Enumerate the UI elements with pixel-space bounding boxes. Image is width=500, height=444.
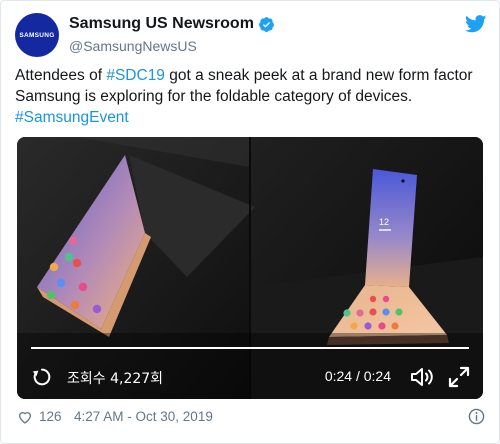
view-count: 조회수 4,227회 [67,371,164,387]
tweet-footer: 126 4:27 AM - Oct 30, 2019 [17,407,487,429]
progress-fill [31,347,469,349]
info-icon[interactable] [468,408,485,425]
fullscreen-icon[interactable] [447,365,471,389]
replay-icon[interactable] [31,366,53,388]
avatar[interactable]: SAMSUNG [15,13,59,57]
video-player[interactable]: 12 조회수 4,227회 0:24 / 0:24 [17,137,483,399]
avatar-logo-text: SAMSUNG [19,31,55,39]
volume-icon[interactable] [409,365,435,389]
tweet-timestamp[interactable]: 4:27 AM - Oct 30, 2019 [74,409,213,424]
phone-clock-text: 12 [379,217,389,227]
tweet-header: SAMSUNG Samsung US Newsroom @SamsungNews… [15,13,487,57]
like-count[interactable]: 126 [39,409,62,424]
display-name-text: Samsung US Newsroom [69,15,254,32]
author-names: Samsung US Newsroom @SamsungNewsUS [69,14,275,56]
hashtag-sdc19-link[interactable]: #SDC19 [106,67,165,84]
video-controls: 조회수 4,227회 0:24 / 0:24 [17,359,483,395]
twitter-bird-icon[interactable] [465,15,487,33]
tweet-text-prefix: Attendees of [15,67,107,84]
tweet-card: SAMSUNG Samsung US Newsroom @SamsungNews… [0,0,500,444]
verified-badge-icon [258,16,274,32]
author-display-name[interactable]: Samsung US Newsroom [69,14,275,34]
video-time: 0:24 / 0:24 [324,368,391,384]
hashtag-samsungevent-link[interactable]: #SamsungEvent [15,109,129,126]
author-handle[interactable]: @SamsungNewsUS [69,36,275,56]
heart-icon[interactable] [17,409,33,425]
tweet-text: Attendees of #SDC19 got a sneak peek at … [15,65,495,128]
progress-bar[interactable] [31,347,469,349]
